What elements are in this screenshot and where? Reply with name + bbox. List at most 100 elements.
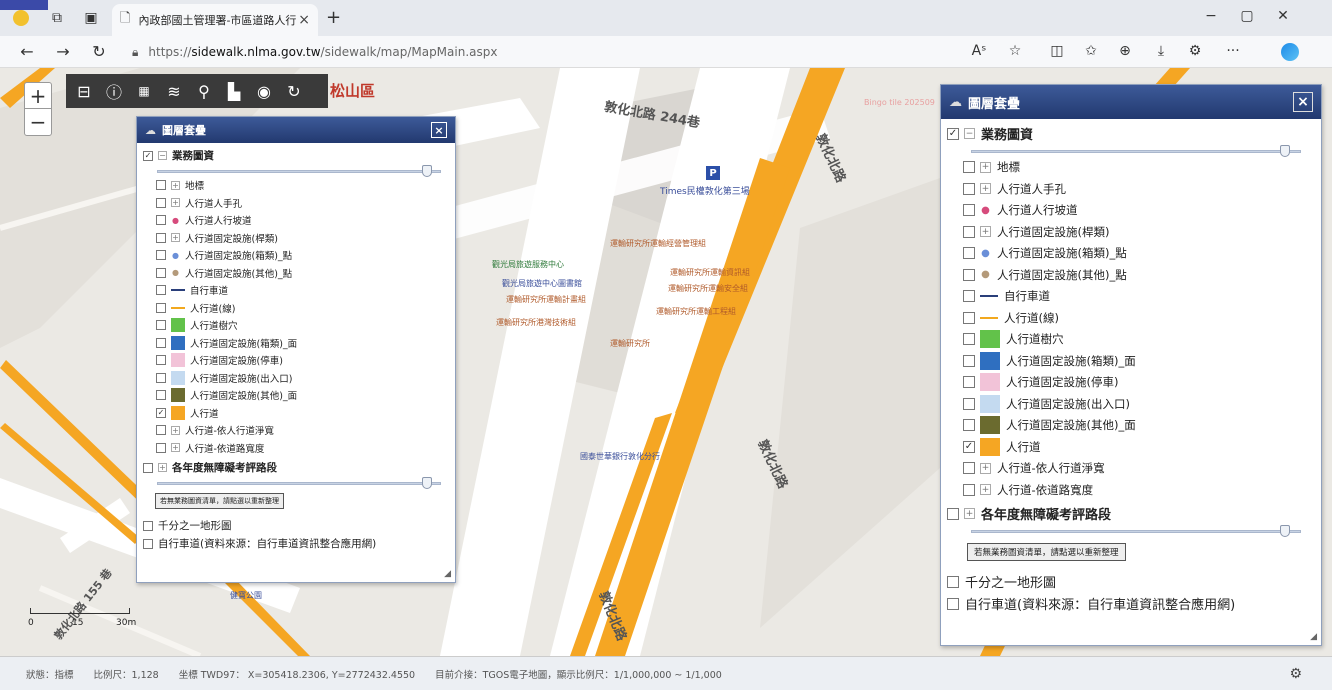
layer-checkbox[interactable] (156, 372, 166, 383)
layer-checkbox[interactable] (963, 161, 975, 174)
layer-checkbox[interactable] (963, 290, 975, 303)
extensions-icon[interactable]: ⚙ (1184, 43, 1206, 59)
browser-tab[interactable]: 🗋 內政部國土管理署-市區道路人行 × (112, 4, 318, 36)
basemap-switch-icon[interactable]: ▦ (132, 84, 156, 98)
panel-close-button[interactable]: × (431, 122, 447, 138)
resize-handle-icon[interactable]: ◢ (444, 569, 451, 579)
close-window-button[interactable]: ✕ (1268, 8, 1298, 24)
layer-checkbox[interactable] (963, 483, 975, 496)
poi-label[interactable]: 運輸研究所港灣技術組 (496, 317, 576, 328)
layer-checkbox[interactable] (143, 462, 153, 473)
layer-checkbox[interactable] (963, 247, 975, 260)
layer-checkbox[interactable] (963, 311, 975, 324)
location-pin-icon[interactable]: ⚲ (192, 82, 216, 101)
layer-checkbox[interactable] (156, 425, 166, 436)
split-screen-icon[interactable]: ◫ (1046, 43, 1068, 59)
layer-checkbox[interactable]: ✓ (963, 440, 975, 453)
poi-label[interactable]: 觀光局旅遊中心圖書館 (502, 278, 582, 289)
layer-checkbox[interactable] (947, 507, 959, 520)
layer-checkbox[interactable] (156, 267, 166, 278)
layer-checkbox[interactable] (156, 390, 166, 401)
expand-icon[interactable]: + (158, 463, 167, 472)
copilot-icon[interactable] (1281, 43, 1299, 61)
layer-checkbox[interactable] (156, 250, 166, 261)
layer-checkbox[interactable]: ✓ (156, 407, 166, 418)
resize-handle-icon[interactable]: ◢ (1310, 632, 1317, 642)
new-tab-button[interactable]: + (326, 7, 341, 28)
more-menu-icon[interactable]: ··· (1222, 43, 1244, 59)
workspaces-icon[interactable]: ⧉ (46, 7, 68, 29)
slider-knob[interactable] (421, 164, 432, 177)
read-aloud-icon[interactable]: A͏ˢ (968, 43, 990, 59)
layer-checkbox[interactable] (156, 320, 166, 331)
globe-icon[interactable]: ◉ (252, 82, 276, 101)
favorite-star-icon[interactable]: ☆ (1004, 43, 1026, 59)
expand-icon[interactable]: + (964, 508, 975, 519)
poi-label[interactable]: 運輸研究所 (610, 338, 650, 349)
panel-header[interactable]: ☁ 圖層套疊 × (941, 85, 1321, 119)
layer-checkbox[interactable] (947, 575, 959, 588)
expand-icon[interactable]: + (171, 233, 180, 243)
expand-icon[interactable]: + (171, 180, 180, 190)
refresh-icon[interactable]: ↻ (88, 42, 110, 61)
layer-checkbox[interactable] (963, 419, 975, 432)
layer-checkbox[interactable]: ✓ (143, 150, 153, 161)
collections-icon[interactable]: ⊕ (1114, 43, 1136, 59)
expand-icon[interactable]: + (171, 443, 180, 453)
layer-checkbox[interactable] (963, 376, 975, 389)
panel-close-button[interactable]: × (1293, 92, 1313, 112)
poi-bank[interactable]: 國泰世華銀行敦化分行 (580, 451, 660, 462)
downloads-icon[interactable]: ⤓ (1150, 43, 1172, 59)
tab-close-button[interactable]: × (298, 12, 310, 28)
refresh-layer-list-button[interactable]: 若無業務圖資清單，請點選以重新整理 (967, 542, 1126, 561)
collapse-icon[interactable]: − (158, 151, 167, 161)
expand-icon[interactable]: + (980, 226, 991, 238)
layer-checkbox[interactable]: ✓ (947, 127, 959, 140)
minimize-button[interactable]: − (1196, 8, 1226, 24)
opacity-slider[interactable] (947, 144, 1315, 157)
poi-park[interactable]: 健寶公園 (230, 590, 262, 601)
expand-icon[interactable]: + (171, 198, 180, 208)
layer-checkbox[interactable] (156, 355, 166, 366)
poi-label[interactable]: 運輸研究所運輸資訊組 (670, 267, 750, 278)
poi-label[interactable]: 運輸研究所運輸安全組 (668, 283, 748, 294)
layer-checkbox[interactable] (156, 285, 166, 296)
profile-avatar-icon[interactable] (10, 7, 32, 29)
layer-checkbox[interactable] (963, 182, 975, 195)
layer-checkbox[interactable] (963, 397, 975, 410)
collapse-icon[interactable]: − (964, 128, 975, 140)
info-icon[interactable]: ⓘ (102, 79, 126, 103)
zoom-out-button[interactable]: − (25, 109, 51, 135)
opacity-slider[interactable] (143, 476, 449, 489)
layer-checkbox[interactable] (963, 268, 975, 281)
layer-checkbox[interactable] (156, 197, 166, 208)
layer-checkbox[interactable] (156, 232, 166, 243)
layer-checkbox[interactable] (156, 180, 166, 191)
settings-gear-icon[interactable]: ⚙ (1289, 666, 1302, 682)
refresh-map-icon[interactable]: ↻ (282, 82, 306, 101)
forward-icon[interactable]: → (52, 42, 74, 61)
layer-checkbox[interactable] (156, 337, 166, 348)
poi-times-parking[interactable]: Times民權敦化第三場 (660, 184, 750, 197)
layers-icon[interactable]: ≋ (162, 82, 186, 101)
parking-icon[interactable]: P (706, 166, 720, 180)
refresh-layer-list-button[interactable]: 若無業務圖資清單，請點選以重新整理 (155, 492, 284, 509)
layer-checkbox[interactable] (963, 354, 975, 367)
zoom-in-button[interactable]: + (25, 83, 51, 109)
expand-icon[interactable]: + (980, 462, 991, 474)
back-icon[interactable]: ← (16, 42, 38, 61)
layer-checkbox[interactable] (156, 215, 166, 226)
opacity-slider[interactable] (947, 524, 1315, 537)
favorites-icon[interactable]: ✩ (1080, 43, 1102, 59)
panel-header[interactable]: ☁ 圖層套疊 × (137, 117, 455, 143)
layer-checkbox[interactable] (963, 204, 975, 217)
layer-checkbox[interactable] (143, 538, 153, 549)
layer-checkbox[interactable] (156, 302, 166, 313)
slider-knob[interactable] (1279, 524, 1290, 537)
poi-label[interactable]: 運輸研究所運輸經營管理組 (610, 238, 706, 249)
poi-label[interactable]: 運輸研究所運輸工程組 (656, 306, 736, 317)
layer-checkbox[interactable] (143, 520, 153, 531)
poi-label[interactable]: 運輸研究所運輸計畫組 (506, 294, 586, 305)
layer-checkbox[interactable] (963, 333, 975, 346)
measure-icon[interactable]: ▙ (222, 82, 246, 101)
